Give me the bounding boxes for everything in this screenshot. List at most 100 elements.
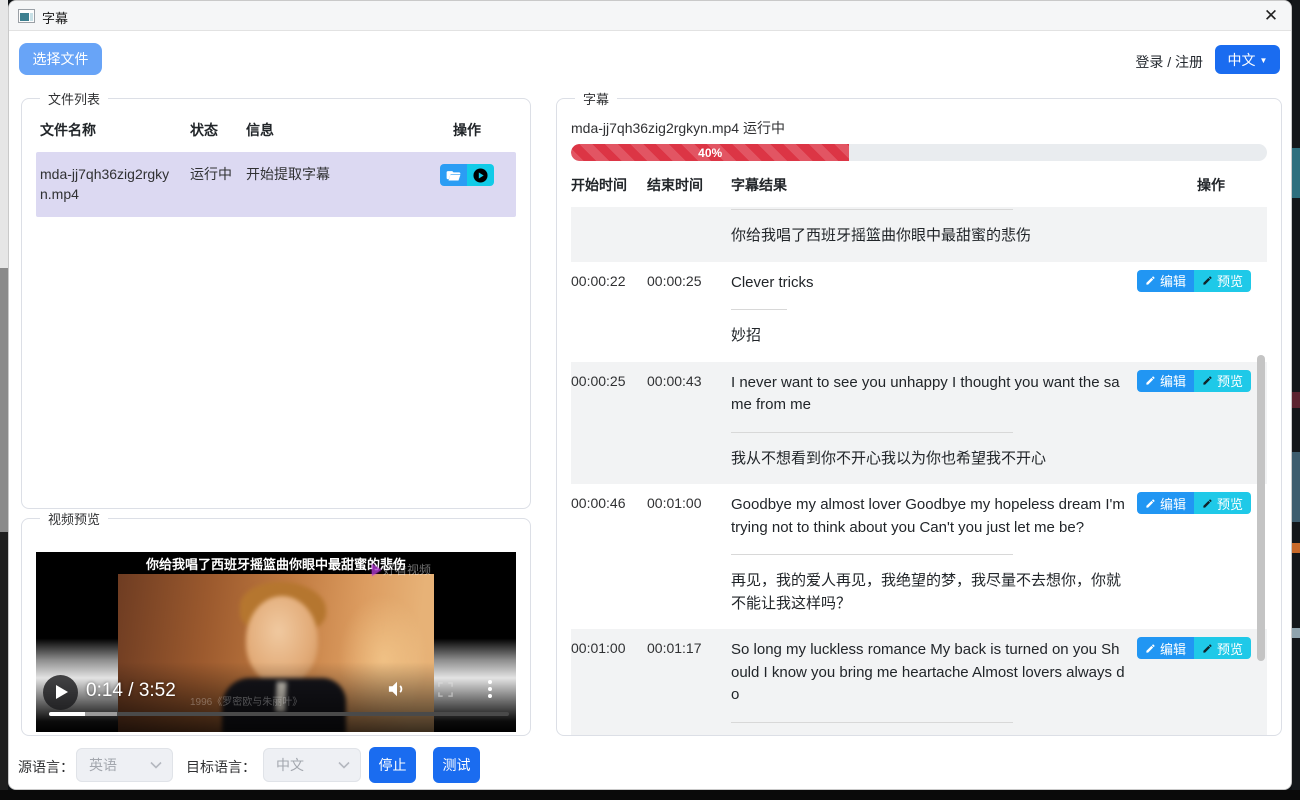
app-window: 字幕 ✕ 选择文件 登录 / 注册 中文 ▼ 文件列表 文件名称 状态 信息 操… — [8, 0, 1292, 790]
window-title: 字幕 — [42, 8, 68, 27]
subtitles-panel: 字幕 mda-jj7qh36zig2rgkyn.mp4 运行中 40% 开始时间… — [556, 89, 1282, 736]
progress-fill: 40% — [571, 144, 849, 161]
end-time: 00:00:25 — [647, 262, 731, 362]
subtitle-en: Goodbye my almost lover Goodbye my hopel… — [731, 494, 1125, 539]
file-status: 运行中 — [190, 164, 246, 184]
subtitle-row: 你给我唱了西班牙摇篮曲你眼中最甜蜜的悲伤 — [571, 207, 1267, 262]
col-subtitle-result: 字幕结果 — [731, 175, 1139, 195]
seek-bar[interactable] — [49, 712, 509, 716]
end-time: 00:01:17 — [647, 629, 731, 735]
col-file-name: 文件名称 — [40, 120, 190, 140]
background-window-right-edge — [1292, 0, 1300, 790]
file-list-panel: 文件列表 文件名称 状态 信息 操作 mda-jj7qh36zig2rgkyn.… — [21, 89, 531, 509]
pencil-icon — [1145, 375, 1156, 386]
start-time: 00:00:25 — [571, 362, 647, 485]
pencil-icon — [1145, 498, 1156, 509]
file-list-legend: 文件列表 — [40, 89, 108, 108]
preview-button[interactable]: 预览 — [1194, 370, 1251, 392]
open-folder-button[interactable] — [440, 164, 467, 186]
col-start-time: 开始时间 — [571, 175, 647, 195]
end-time: 00:00:43 — [647, 362, 731, 485]
more-options-icon[interactable] — [488, 677, 492, 701]
pencil-icon — [1202, 643, 1213, 654]
col-end-time: 结束时间 — [647, 175, 731, 195]
volume-icon[interactable] — [386, 680, 408, 698]
start-time: 00:00:46 — [571, 484, 647, 629]
subtitle-row: 00:00:22 00:00:25 Clever tricks 妙招 编辑 — [571, 262, 1267, 362]
chevron-down-icon: ▼ — [1260, 56, 1268, 65]
language-label: 中文 — [1228, 50, 1256, 70]
start-time: 00:00:22 — [571, 262, 647, 362]
pencil-icon — [1145, 275, 1156, 286]
video-preview-panel: 视频预览 — [21, 509, 531, 736]
scrollbar-thumb[interactable] — [1257, 355, 1265, 661]
title-bar: 字幕 ✕ — [9, 1, 1291, 31]
test-button[interactable]: 测试 — [433, 747, 480, 783]
edit-button[interactable]: 编辑 — [1137, 492, 1194, 514]
video-player[interactable]: 你给我唱了西班牙摇篮曲你眼中最甜蜜的悲伤 好看视频 1996《罗密欧与朱丽叶》 … — [36, 552, 516, 732]
subtitle-en: Clever tricks — [731, 272, 1125, 295]
chevron-down-icon — [338, 761, 350, 769]
preview-button[interactable]: 预览 — [1194, 270, 1251, 292]
file-info: 开始提取字幕 — [246, 164, 422, 184]
col-status: 状态 — [190, 120, 246, 140]
seek-buffered — [85, 712, 117, 716]
subtitles-legend: 字幕 — [575, 89, 617, 108]
file-row-selected[interactable]: mda-jj7qh36zig2rgkyn.mp4 运行中 开始提取字幕 — [36, 152, 516, 217]
footer-controls: 源语言： 英语 目标语言： 中文 停止 测试 — [9, 745, 1292, 790]
subtitle-row: 00:00:25 00:00:43 I never want to see yo… — [571, 362, 1267, 485]
subtitle-zh: 我从不想看到你不开心我以为你也希望我不开心 — [731, 448, 1125, 471]
screen: 字幕 ✕ 选择文件 登录 / 注册 中文 ▼ 文件列表 文件名称 状态 信息 操… — [0, 0, 1300, 800]
time-display: 0:14 / 3:52 — [86, 680, 176, 702]
watermark-logo-icon — [372, 564, 381, 576]
subtitle-row: 00:01:00 00:01:17 So long my luckless ro… — [571, 629, 1267, 735]
login-register-link[interactable]: 登录 / 注册 — [1135, 52, 1203, 72]
select-file-button[interactable]: 选择文件 — [19, 43, 102, 75]
background-window-left-edge — [0, 0, 8, 790]
col-info: 信息 — [246, 120, 422, 140]
subtitle-zh: 妙招 — [731, 325, 1125, 348]
progress-bar: 40% — [571, 144, 1267, 161]
subtitle-row: 00:00:46 00:01:00 Goodbye my almost love… — [571, 484, 1267, 629]
subtitle-en: I never want to see you unhappy I though… — [731, 372, 1125, 417]
folder-open-icon — [446, 169, 461, 182]
preview-button[interactable]: 预览 — [1194, 492, 1251, 514]
close-icon[interactable]: ✕ — [1261, 6, 1281, 26]
pencil-icon — [1145, 643, 1156, 654]
target-language-label: 目标语言： — [186, 757, 256, 777]
col-operations: 操作 — [422, 120, 512, 140]
file-table-header: 文件名称 状态 信息 操作 — [36, 120, 516, 152]
preview-button[interactable]: 预览 — [1194, 637, 1251, 659]
edit-button[interactable]: 编辑 — [1137, 370, 1194, 392]
play-media-button[interactable] — [467, 164, 494, 186]
taskbar-strip — [0, 790, 1300, 800]
stop-button[interactable]: 停止 — [369, 747, 416, 783]
pencil-icon — [1202, 498, 1213, 509]
end-time: 00:01:00 — [647, 484, 731, 629]
target-language-select[interactable]: 中文 — [263, 748, 361, 782]
window-icon — [18, 9, 35, 23]
source-language-select[interactable]: 英语 — [76, 748, 173, 782]
source-language-label: 源语言： — [18, 757, 74, 777]
file-name: mda-jj7qh36zig2rgkyn.mp4 — [40, 164, 190, 205]
progress-percent-label: 40% — [571, 144, 849, 161]
subtitle-zh: 再见，我的爱人再见，我绝望的梦，我尽量不去想你，你就不能让我这样吗？ — [731, 570, 1125, 615]
play-button[interactable] — [43, 675, 78, 710]
start-time: 00:01:00 — [571, 629, 647, 735]
subtitle-table-header: 开始时间 结束时间 字幕结果 操作 — [571, 175, 1267, 207]
play-circle-icon — [473, 168, 488, 183]
seek-played — [49, 712, 85, 716]
video-controls: 0:14 / 3:52 — [36, 662, 516, 732]
chevron-down-icon — [150, 761, 162, 769]
fullscreen-icon[interactable] — [438, 682, 453, 697]
subtitle-rows-viewport: 你给我唱了西班牙摇篮曲你眼中最甜蜜的悲伤 00:00:22 00:00:25 C… — [571, 207, 1267, 735]
edit-button[interactable]: 编辑 — [1137, 270, 1194, 292]
col-operations: 操作 — [1139, 175, 1267, 195]
processing-status-line: mda-jj7qh36zig2rgkyn.mp4 运行中 — [571, 118, 1267, 138]
language-dropdown-button[interactable]: 中文 ▼ — [1215, 45, 1280, 74]
pencil-icon — [1202, 375, 1213, 386]
subtitle-en: So long my luckless romance My back is t… — [731, 639, 1125, 707]
edit-button[interactable]: 编辑 — [1137, 637, 1194, 659]
video-watermark: 好看视频 — [372, 561, 431, 578]
pencil-icon — [1202, 275, 1213, 286]
